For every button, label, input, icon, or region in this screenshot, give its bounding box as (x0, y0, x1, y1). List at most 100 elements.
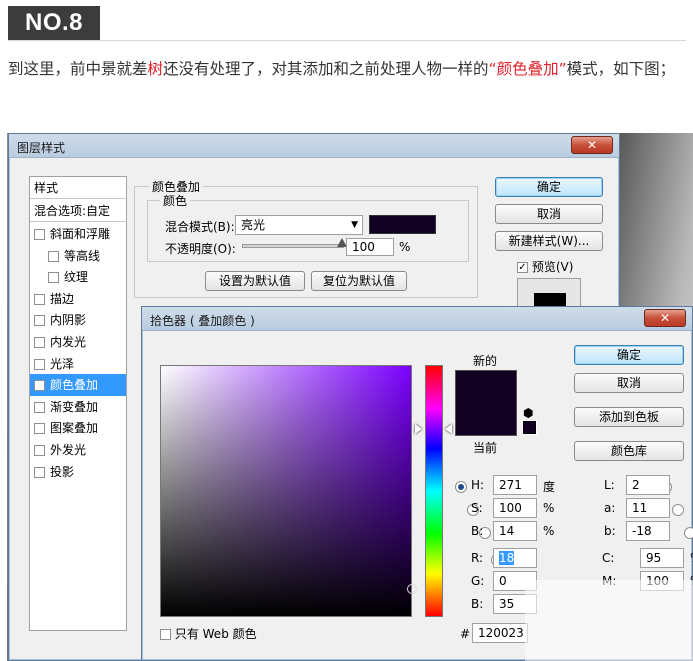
style-item-checkbox[interactable] (34, 315, 45, 327)
style-item[interactable]: 等高线 (30, 245, 126, 267)
style-item[interactable]: 光泽 (30, 353, 126, 375)
style-item-checkbox[interactable]: ✓ (34, 380, 45, 392)
style-item-checkbox[interactable] (34, 358, 45, 370)
rgb-field-input[interactable]: 18 (493, 548, 537, 568)
hsb-field-label: H: (471, 478, 485, 492)
style-item-checkbox[interactable] (34, 466, 45, 478)
saturation-brightness-field[interactable] (160, 365, 417, 617)
style-item[interactable]: 外发光 (30, 439, 126, 461)
lab-field-input[interactable]: 2 (626, 475, 670, 495)
style-item-label: 内阴影 (50, 313, 87, 328)
style-item-checkbox[interactable] (34, 401, 45, 413)
blend-mode-select[interactable]: 亮光 ▼ (235, 215, 363, 235)
layer-style-close-button[interactable]: ✕ (571, 136, 613, 154)
set-default-button[interactable]: 设置为默认值 (205, 271, 305, 291)
overlay-color-swatch[interactable] (369, 215, 436, 234)
hue-slider[interactable] (425, 365, 443, 617)
style-item-checkbox[interactable] (34, 229, 45, 240)
web-only-label: 只有 Web 颜色 (174, 627, 257, 641)
color-picker-cancel-button[interactable]: 取消 (574, 373, 684, 393)
style-item-label: 颜色叠加 (50, 378, 99, 393)
color-field-cursor[interactable] (407, 584, 417, 594)
style-item-label: 纹理 (64, 270, 89, 285)
style-item-checkbox[interactable] (34, 337, 45, 348)
style-item-checkbox[interactable] (34, 445, 45, 456)
web-only-checkbox[interactable] (160, 629, 171, 640)
style-item[interactable]: 内阴影 (30, 309, 126, 331)
intro-highlight-tree: 树 (147, 60, 164, 78)
lab-field-input[interactable]: -18 (626, 521, 670, 541)
style-item-label: 内发光 (50, 335, 87, 349)
style-item[interactable]: 描边 (30, 288, 126, 310)
new-style-button[interactable]: 新建样式(W)... (495, 231, 603, 251)
reset-default-button[interactable]: 复位为默认值 (311, 271, 407, 291)
style-item[interactable]: ✓ 颜色叠加 (30, 374, 126, 397)
color-picker-ok-button[interactable]: 确定 (574, 345, 684, 365)
color-picker-titlebar[interactable]: 拾色器 ( 叠加颜色 ) ✕ (142, 307, 692, 331)
layer-style-cancel-button[interactable]: 取消 (495, 204, 603, 224)
style-item[interactable]: 渐变叠加 (30, 396, 126, 418)
blend-mode-value: 亮光 (241, 218, 266, 232)
intro-text-start: 到这里，前中景就差 (8, 60, 148, 78)
layer-style-titlebar[interactable]: 图层样式 ✕ (9, 134, 619, 158)
intro-text-middle: 还没有处理了，对其添加和之前处理人物一样的 (163, 60, 489, 78)
layer-style-title: 图层样式 (17, 141, 66, 155)
chevron-down-icon: ▼ (351, 220, 358, 230)
style-item-checkbox[interactable] (34, 423, 45, 435)
style-item-label: 图案叠加 (50, 421, 99, 436)
lab-field-input[interactable]: 11 (626, 498, 670, 518)
preview-checkbox[interactable]: ✓ (517, 262, 528, 273)
cmyk-field-label: C: (602, 551, 615, 565)
hsb-field-unit: 度 (543, 480, 556, 494)
lab-field-label: b: (604, 524, 616, 538)
rgb-field-label: G: (471, 574, 485, 588)
style-item[interactable]: 斜面和浮雕 (30, 223, 126, 245)
lab-radio[interactable] (672, 503, 684, 516)
section-badge: NO.8 (8, 6, 100, 40)
hex-label: # (460, 627, 471, 641)
cmyk-field-input[interactable]: 95 (640, 548, 684, 568)
style-item-checkbox[interactable] (48, 250, 59, 262)
style-item[interactable]: 纹理 (30, 266, 126, 288)
current-color-label: 当前 (473, 441, 498, 455)
opacity-input[interactable]: 100 (346, 238, 394, 256)
style-item-checkbox[interactable] (48, 272, 59, 284)
style-list: 样式 混合选项:自定 斜面和浮雕 等高线 纹理 描边 内阴影 内发光 光泽 ✓ 颜色叠加 渐变叠加… (29, 176, 127, 631)
header-divider (8, 40, 686, 41)
opacity-slider-track[interactable] (242, 244, 344, 248)
style-item-blend-options[interactable]: 混合选项:自定 (30, 200, 126, 222)
hue-slider-left-arrow[interactable] (415, 424, 422, 434)
lab-field-label: L: (604, 478, 615, 492)
selected-value-highlight: 18 (499, 551, 515, 565)
style-item[interactable]: 内发光 (30, 331, 126, 353)
web-only-toggle[interactable]: 只有 Web 颜色 (160, 625, 257, 642)
style-item[interactable]: 图案叠加 (30, 417, 126, 439)
preview-toggle[interactable]: ✓ 预览(V) (517, 258, 573, 275)
color-picker-close-button[interactable]: ✕ (644, 309, 686, 327)
lab-field-label: a: (604, 501, 616, 515)
style-item-label: 斜面和浮雕 (50, 227, 111, 241)
layer-style-ok-button[interactable]: 确定 (495, 177, 603, 197)
hex-input[interactable]: 120023 (472, 623, 528, 643)
preview-label: 预览(V) (531, 260, 574, 274)
hsb-radio[interactable] (455, 480, 467, 493)
color-subgroup-title: 颜色 (160, 192, 191, 209)
hsb-field-input[interactable]: 14 (493, 521, 537, 541)
hue-slider-right-arrow[interactable] (445, 424, 452, 434)
blend-mode-label: 混合模式(B): (165, 220, 235, 234)
style-item-label: 等高线 (64, 248, 101, 263)
cube-icon[interactable]: ⬢ (523, 406, 533, 420)
hsb-field-unit: % (543, 524, 555, 538)
hsb-field-input[interactable]: 271 (493, 475, 537, 495)
color-picker-title: 拾色器 ( 叠加颜色 ) (150, 314, 255, 328)
intro-paragraph: 到这里，前中景就差树还没有处理了，对其添加和之前处理人物一样的“颜色叠加”模式，… (8, 54, 692, 84)
watermark-overlay (525, 580, 693, 661)
style-item[interactable]: 投影 (30, 461, 126, 483)
add-to-swatches-button[interactable]: 添加到色板 (574, 407, 684, 427)
style-item-checkbox[interactable] (34, 293, 45, 305)
style-item-label: 外发光 (50, 443, 87, 457)
hsb-field-input[interactable]: 100 (493, 498, 537, 518)
color-libraries-button[interactable]: 颜色库 (574, 441, 684, 461)
web-safe-swatch[interactable] (522, 420, 537, 435)
lab-radio[interactable] (684, 526, 693, 539)
